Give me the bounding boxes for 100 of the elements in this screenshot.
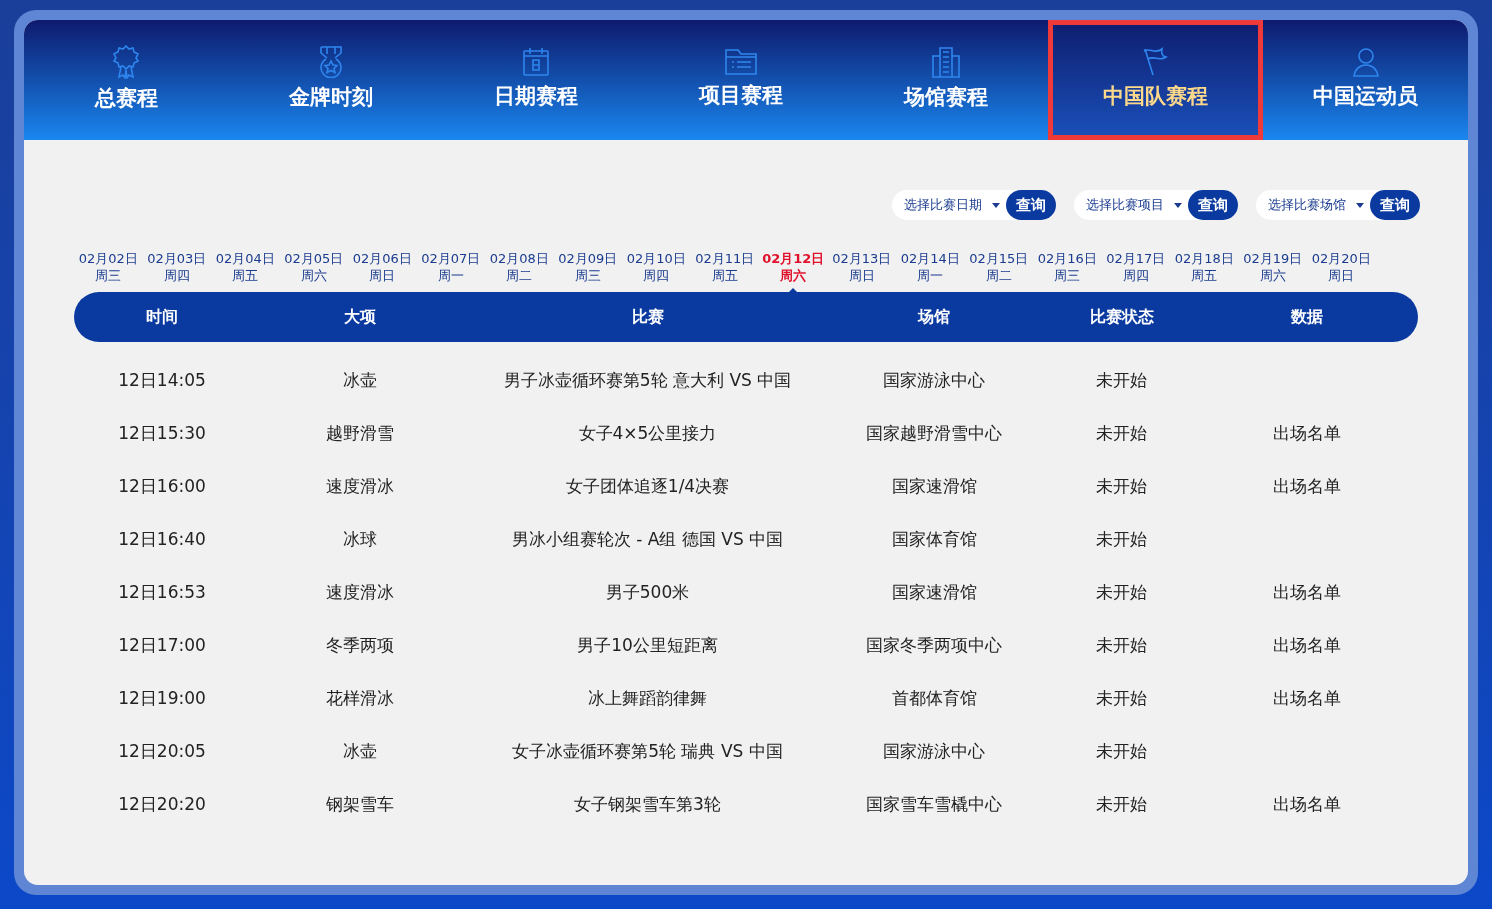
table-cell: 冰壶 [343,369,377,390]
date-tab[interactable]: 02月03日 周四 [147,250,207,284]
table-cell: 未开始 [1096,475,1147,496]
dropdown-placeholder: 选择比赛项目 [1086,196,1164,215]
person-icon [1351,47,1380,78]
table-cell: 钢架雪车 [326,793,394,814]
table-cell: 未开始 [1096,634,1147,655]
date-tab[interactable]: 02月06日 周日 [352,250,412,284]
query-button[interactable]: 查询 [1006,190,1056,220]
table-cell: 未开始 [1096,581,1147,602]
table-cell: 12日16:40 [118,528,206,549]
table-cell: 12日20:20 [118,793,206,814]
date-tab[interactable]: 02月14日 周一 [900,250,960,284]
table-cell: 冬季两项 [326,634,394,655]
dropdown-placeholder: 选择比赛日期 [904,196,982,215]
table-cell: 未开始 [1096,369,1147,390]
nav-tab[interactable]: 日期赛程 [433,20,639,140]
table-cell: 12日20:05 [118,740,206,761]
filter-dropdown[interactable]: 选择比赛日期 查询 [892,190,1056,220]
lineup-link[interactable]: 出场名单 [1273,793,1341,814]
nav-tab[interactable]: 场馆赛程 [843,20,1049,140]
column-header: 数据 [1290,306,1324,328]
caret-icon [1356,202,1364,208]
table-cell: 国家速滑馆 [891,581,977,602]
table-cell: 12日16:00 [118,475,206,496]
date-tab[interactable]: 02月18日 周五 [1174,250,1234,284]
building-icon [930,46,961,79]
table-cell: 未开始 [1096,687,1147,708]
table-cell: 未开始 [1096,422,1147,443]
date-tab[interactable]: 02月04日 周五 [215,250,275,284]
table-cell: 未开始 [1096,528,1147,549]
table-cell: 国家雪车雪橇中心 [866,793,1002,814]
date-tab[interactable]: 02月07日 周一 [421,250,481,284]
table-cell: 12日14:05 [118,369,206,390]
filter-dropdown[interactable]: 选择比赛场馆 查询 [1256,190,1420,220]
nav-tab[interactable]: 中国运动员 [1263,20,1468,140]
caret-icon [992,202,1000,208]
date-tab[interactable]: 02月10日 周四 [626,250,686,284]
nav-tab[interactable]: 项目赛程 [638,20,844,140]
calendar-icon [522,47,551,78]
table-cell: 未开始 [1096,740,1147,761]
query-button[interactable]: 查询 [1188,190,1238,220]
flag-icon [1141,47,1170,78]
date-tab[interactable]: 02月08日 周二 [489,250,549,284]
table-cell: 12日16:53 [118,581,206,602]
table-cell: 冰球 [343,528,377,549]
table-cell: 国家速滑馆 [891,475,977,496]
table-cell: 国家体育馆 [891,528,977,549]
table-cell: 国家游泳中心 [883,740,985,761]
date-tab[interactable]: 02月16日 周三 [1037,250,1097,284]
column-header: 比赛 [630,306,665,328]
lineup-link[interactable]: 出场名单 [1273,422,1341,443]
table-cell: 花样滑冰 [326,687,394,708]
table-cell: 冰壶 [343,740,377,761]
table-cell: 12日17:00 [118,634,206,655]
table-cell: 冰上舞蹈韵律舞 [588,687,707,708]
date-tab[interactable]: 02月05日 周六 [284,250,344,284]
filter-dropdown[interactable]: 选择比赛项目 查询 [1074,190,1238,220]
date-tab[interactable]: 02月12日 周六 [762,250,825,284]
lineup-link[interactable]: 出场名单 [1273,581,1341,602]
nav-tab[interactable]: 总赛程 [24,20,229,140]
table-cell: 12日15:30 [118,422,206,443]
date-tab[interactable]: 02月19日 周六 [1243,250,1303,284]
folder-icon [724,48,758,77]
query-button[interactable]: 查询 [1370,190,1420,220]
table-cell: 速度滑冰 [326,475,394,496]
table-cell: 女子钢架雪车第3轮 [574,793,721,814]
date-tab[interactable]: 02月09日 周三 [558,250,618,284]
table-cell: 男冰小组赛轮次 - A组 德国 VS 中国 [511,528,784,549]
column-header: 大项 [343,306,377,328]
table-cell: 越野滑雪 [326,422,394,443]
table-cell: 男子冰壶循环赛第5轮 意大利 VS 中国 [503,369,792,390]
table-cell: 12日19:00 [118,687,206,708]
dropdown-placeholder: 选择比赛场馆 [1268,196,1346,215]
date-tab[interactable]: 02月20日 周日 [1311,250,1371,284]
caret-icon [1174,202,1182,208]
table-cell: 未开始 [1096,793,1147,814]
nav-tab[interactable]: 金牌时刻 [228,20,434,140]
lineup-link[interactable]: 出场名单 [1273,687,1341,708]
date-tab[interactable]: 02月13日 周日 [832,250,892,284]
column-header: 场馆 [916,306,951,328]
table-cell: 女子冰壶循环赛第5轮 瑞典 VS 中国 [512,740,783,761]
rosette-icon [113,45,140,80]
date-tab[interactable]: 02月11日 周五 [695,250,755,284]
table-cell: 首都体育馆 [891,687,977,708]
column-header: 比赛状态 [1088,306,1155,328]
date-tab[interactable]: 02月15日 周二 [969,250,1029,284]
lineup-link[interactable]: 出场名单 [1273,634,1341,655]
table-cell: 女子4×5公里接力 [578,422,717,443]
table-cell: 男子500米 [605,581,690,602]
nav-tab[interactable]: 中国队赛程 [1048,20,1264,140]
table-cell: 国家冬季两项中心 [866,634,1002,655]
table-cell: 国家越野滑雪中心 [866,422,1002,443]
date-tab[interactable]: 02月02日 周三 [78,250,138,284]
table-cell: 国家游泳中心 [883,369,985,390]
column-header: 时间 [145,306,179,328]
table-cell: 女子团体追逐1/4决赛 [565,475,730,496]
table-cell: 男子10公里短距离 [577,634,718,655]
date-tab[interactable]: 02月17日 周四 [1106,250,1166,284]
lineup-link[interactable]: 出场名单 [1273,475,1341,496]
